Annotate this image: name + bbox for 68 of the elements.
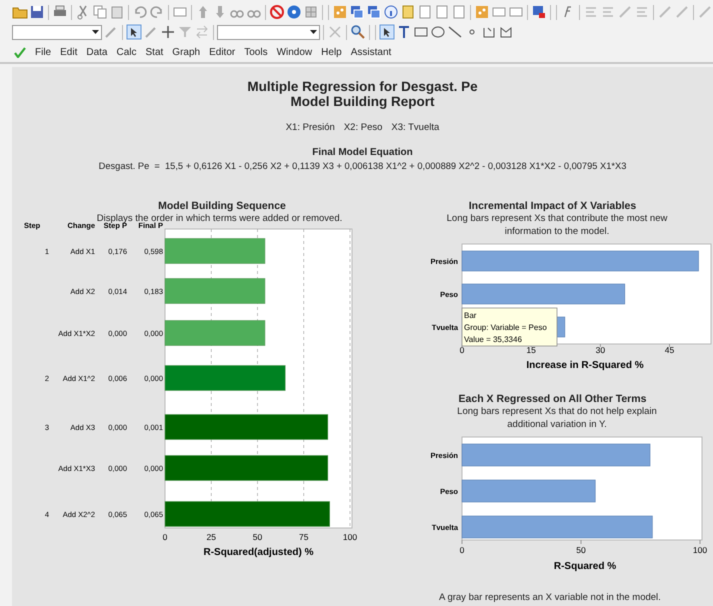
axis-tick-label: 75 (299, 532, 308, 542)
chart-title: Each X Regressed on All Other Terms (458, 393, 648, 405)
bracket-icon[interactable] (498, 24, 514, 40)
model-equation: Desgast. Pe = 15,5 + 0,6126 X1 - 0,256 X2 + 0,1139 X3 + 0,006138 X1^2 + 0,000889 X2^2 - 0,003128 X1*X2 - 0,00795 X1*X3 (98, 161, 628, 171)
checkmark-icon[interactable] (14, 46, 26, 58)
axis-tick-label: 45 (664, 345, 674, 355)
variable-label: X3: Tvuelta (391, 122, 440, 133)
variable-label: X1: Presión (286, 122, 335, 133)
menu-item[interactable]: Calc (116, 46, 136, 58)
document-icon[interactable] (400, 4, 416, 20)
axis-tick-label: 50 (252, 532, 262, 542)
axis-title: R-Squared(adjusted) % (204, 547, 314, 558)
line-icon[interactable] (447, 24, 463, 40)
chart-subtitle: Long bars represent Xs that contribute the most new information to the model. (446, 212, 668, 238)
text-tool-icon[interactable] (396, 24, 412, 40)
chart-subtitle: Displays the order in which terms were added or removed. (96, 212, 344, 224)
equation-title: Final Model Equation (311, 147, 414, 158)
axis-tick-label: 0 (162, 532, 168, 542)
pointer-icon[interactable] (126, 24, 142, 40)
page-icon[interactable] (451, 4, 467, 20)
axis-tick-label: 0 (460, 345, 464, 355)
save-icon[interactable] (29, 4, 45, 20)
report-title: Multiple Regression for Desgast. Pe (246, 79, 479, 94)
menu-item[interactable]: Assistant (350, 46, 392, 58)
menu-item[interactable]: Tools (244, 46, 268, 58)
axis-tick-label: 100 (692, 545, 708, 555)
axis-tick-label: 50 (576, 545, 586, 555)
report-subtitle: Model Building Report (290, 94, 436, 109)
close-icon[interactable] (327, 24, 343, 40)
dropdown-field[interactable] (12, 24, 102, 40)
variable-label: X2: Peso (344, 122, 382, 133)
menu-item[interactable]: File (35, 46, 52, 58)
search-icon[interactable] (350, 24, 366, 40)
chart-title: Incremental Impact of X Variables (468, 200, 638, 212)
stop-icon[interactable] (269, 4, 285, 20)
menu-item[interactable]: Window (276, 46, 312, 58)
axis-title: Increase in R-Squared % (526, 360, 644, 371)
page-icon[interactable] (434, 4, 450, 20)
menu-item[interactable]: Stat (146, 46, 164, 58)
chart-subtitle: Long bars represent Xs that do not help explain additional variation in Y. (456, 405, 658, 431)
footnote: A gray bar represents an X variable not in the model. (439, 592, 662, 603)
axis-tick-label: 15 (526, 345, 536, 355)
tooltip-line: Value = 35,3346 (464, 335, 522, 344)
page-icon[interactable] (417, 4, 433, 20)
swap-icon[interactable] (194, 24, 210, 40)
axis-tick-label: 30 (596, 345, 606, 355)
dropdown-field[interactable] (217, 24, 320, 40)
menu-item[interactable]: Data (86, 46, 108, 58)
window-icon[interactable] (531, 4, 547, 20)
menu-item[interactable]: Edit (60, 46, 78, 58)
caret-icon (92, 30, 99, 34)
plus-icon[interactable] (160, 24, 176, 40)
axis-title: R-Squared % (554, 561, 616, 572)
windows-icon[interactable] (366, 4, 382, 20)
windows-icon[interactable] (349, 4, 365, 20)
grid-icon[interactable] (303, 4, 319, 20)
menu-item[interactable]: Editor (209, 46, 236, 58)
caret-icon (310, 30, 317, 34)
info-icon[interactable] (383, 4, 399, 20)
pointer-icon[interactable] (379, 24, 395, 40)
menu-item[interactable]: Help (321, 46, 342, 58)
axis-tick-label: 25 (206, 532, 216, 542)
ellipse-icon[interactable] (430, 24, 446, 40)
axis-tick-label: 0 (460, 545, 464, 555)
copy-icon[interactable] (92, 4, 108, 20)
chart-title: Model Building Sequence (157, 200, 287, 212)
axis-tick-label: 100 (342, 532, 358, 542)
menu-item[interactable]: Graph (172, 46, 200, 58)
